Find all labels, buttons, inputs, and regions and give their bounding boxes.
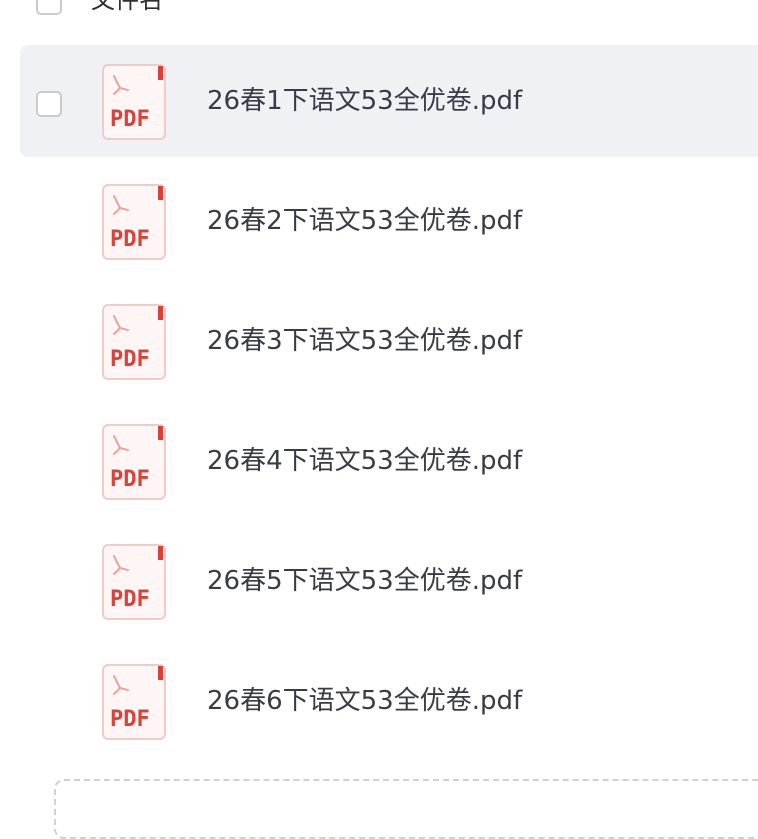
- file-row[interactable]: PDF 26春4下语文53全优卷.pdf: [20, 405, 758, 517]
- file-row-checkbox[interactable]: [36, 91, 62, 117]
- file-name[interactable]: 26春4下语文53全优卷.pdf: [207, 443, 522, 479]
- pdf-type-label: PDF: [110, 587, 150, 612]
- file-name[interactable]: 26春2下语文53全优卷.pdf: [207, 203, 522, 239]
- file-row[interactable]: PDF 26春3下语文53全优卷.pdf: [20, 285, 758, 397]
- pdf-file-icon: PDF: [102, 664, 166, 740]
- upload-drop-zone[interactable]: [54, 779, 758, 839]
- pdf-file-icon: PDF: [102, 544, 166, 620]
- column-header-filename: 文件名: [91, 0, 163, 14]
- pdf-file-icon: PDF: [102, 64, 166, 140]
- pdf-type-label: PDF: [110, 467, 150, 492]
- file-list-header: 文件名: [0, 0, 758, 22]
- file-name[interactable]: 26春3下语文53全优卷.pdf: [207, 323, 522, 359]
- file-row[interactable]: PDF 26春2下语文53全优卷.pdf: [20, 165, 758, 277]
- pdf-type-label: PDF: [110, 707, 150, 732]
- file-list: PDF 26春1下语文53全优卷.pdf PDF 26春2下语文53全优卷.pd…: [0, 45, 758, 765]
- select-all-checkbox[interactable]: [36, 0, 62, 15]
- pdf-type-label: PDF: [110, 107, 150, 132]
- file-row[interactable]: PDF 26春5下语文53全优卷.pdf: [20, 525, 758, 637]
- pdf-file-icon: PDF: [102, 184, 166, 260]
- file-name[interactable]: 26春1下语文53全优卷.pdf: [207, 83, 522, 119]
- pdf-type-label: PDF: [110, 227, 150, 252]
- file-row[interactable]: PDF 26春1下语文53全优卷.pdf: [20, 45, 758, 157]
- file-name[interactable]: 26春6下语文53全优卷.pdf: [207, 683, 522, 719]
- pdf-file-icon: PDF: [102, 424, 166, 500]
- file-row[interactable]: PDF 26春6下语文53全优卷.pdf: [20, 645, 758, 757]
- pdf-type-label: PDF: [110, 347, 150, 372]
- pdf-file-icon: PDF: [102, 304, 166, 380]
- file-name[interactable]: 26春5下语文53全优卷.pdf: [207, 563, 522, 599]
